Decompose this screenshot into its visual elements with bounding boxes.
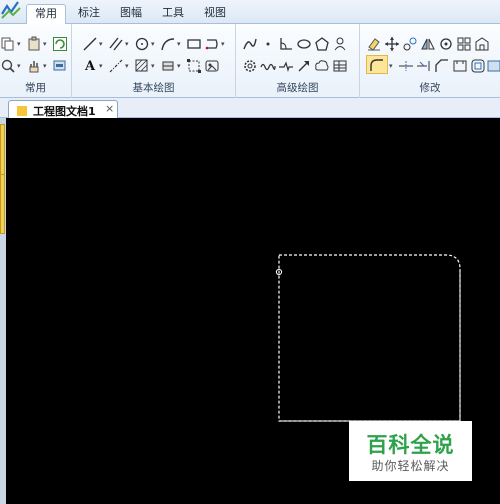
tab-annotation[interactable]: 标注 [70,4,108,24]
image-icon[interactable] [204,58,220,74]
watermark-slogan: 助你轻松解决 [371,459,450,473]
group-label-advanced-draw: 高级绘图 [276,82,319,94]
parallel-line-icon[interactable] [108,36,124,52]
properties-icon[interactable] [486,58,500,74]
chevron-down-icon[interactable]: ▾ [99,36,105,52]
group-modify: ▾ 修改 [360,24,500,98]
polyline-icon[interactable] [204,36,220,52]
cloud-icon[interactable] [314,58,330,74]
watermark-badge: 百科全说 助你轻松解决 [349,421,472,481]
mirror-icon[interactable] [420,36,436,52]
chevron-down-icon[interactable]: ▾ [17,58,23,74]
boundary-icon[interactable] [186,58,202,74]
rotate-icon[interactable] [438,36,454,52]
polygon-icon[interactable] [314,36,330,52]
tab-view[interactable]: 视图 [196,4,234,24]
group-advanced-draw: 高级绘图 [236,24,360,98]
chevron-down-icon[interactable]: ▾ [177,58,183,74]
close-icon[interactable]: × [105,102,114,115]
document-tab[interactable]: 工程图文档1 × [8,100,118,118]
ellipse-icon[interactable] [296,36,312,52]
layer-icon[interactable] [52,58,68,74]
angle-icon[interactable] [278,36,294,52]
offset-icon[interactable] [470,58,486,74]
chevron-down-icon[interactable]: ▾ [99,58,105,74]
panel-toggle[interactable] [0,174,5,234]
circle-icon[interactable] [134,36,150,52]
group-common: ▾ ▾ ▾ ▾ 常用 [0,24,72,98]
chevron-down-icon[interactable]: ▾ [389,58,395,74]
zoom-icon[interactable] [0,58,16,74]
group-label-common: 常用 [25,82,46,94]
document-icon [17,106,27,116]
chevron-down-icon[interactable]: ▾ [125,58,131,74]
chevron-down-icon[interactable]: ▾ [125,36,131,52]
rectangle-icon[interactable] [186,36,202,52]
group-label-basic-draw: 基本绘图 [132,82,175,94]
spline-icon[interactable] [242,36,258,52]
ribbon-tab-bar: 常用 标注 图幅 工具 视图 [0,0,500,24]
refresh-icon[interactable] [52,36,68,52]
copy-icon[interactable] [0,36,16,52]
watermark-brand: 百科全说 [366,433,455,457]
move-icon[interactable] [384,36,400,52]
break-line-icon[interactable] [278,58,294,74]
tab-tools[interactable]: 工具 [154,4,192,24]
chevron-down-icon[interactable]: ▾ [177,36,183,52]
ribbon-panel: ▾ ▾ ▾ ▾ 常用 ▾ ▾ ▾ ▾ ▾ A ▾ ▾ ▾ ▾ 基本绘图 高级绘图… [0,24,500,98]
group-basic-draw: ▾ ▾ ▾ ▾ ▾ A ▾ ▾ ▾ ▾ 基本绘图 [72,24,236,98]
chevron-down-icon[interactable]: ▾ [17,36,23,52]
fillet-icon[interactable] [366,55,388,74]
chamfer-icon[interactable] [434,58,450,74]
user-icon[interactable] [332,36,348,52]
line-icon[interactable] [82,36,98,52]
scale-icon[interactable] [474,36,490,52]
chevron-down-icon[interactable]: ▾ [151,36,157,52]
text-icon[interactable]: A [82,58,98,74]
chevron-down-icon[interactable]: ▾ [43,58,49,74]
gear-icon[interactable] [242,58,258,74]
chevron-down-icon[interactable]: ▾ [43,36,49,52]
app-logo-icon[interactable] [0,0,22,22]
chevron-down-icon[interactable]: ▾ [221,36,227,52]
pan-icon[interactable] [26,58,42,74]
document-tab-title: 工程图文档1 [33,105,96,118]
document-tab-bar: 工程图文档1 × [0,98,500,118]
tab-common[interactable]: 常用 [26,4,66,24]
tab-frame[interactable]: 图幅 [112,4,150,24]
group-label-modify: 修改 [419,82,441,94]
arc-icon[interactable] [160,36,176,52]
paste-icon[interactable] [26,36,42,52]
eraser-icon[interactable] [366,36,382,52]
block-icon[interactable] [160,58,176,74]
break-icon[interactable] [452,58,468,74]
copy-move-icon[interactable] [402,36,418,52]
wave-icon[interactable] [260,58,276,74]
array-icon[interactable] [456,36,472,52]
extend-icon[interactable] [416,58,432,74]
arrow-icon[interactable] [296,58,312,74]
hatch-icon[interactable] [134,58,150,74]
trim-icon[interactable] [398,58,414,74]
table-icon[interactable] [332,58,348,74]
point-icon[interactable] [260,36,276,52]
chevron-down-icon[interactable]: ▾ [151,58,157,74]
centerline-icon[interactable] [108,58,124,74]
